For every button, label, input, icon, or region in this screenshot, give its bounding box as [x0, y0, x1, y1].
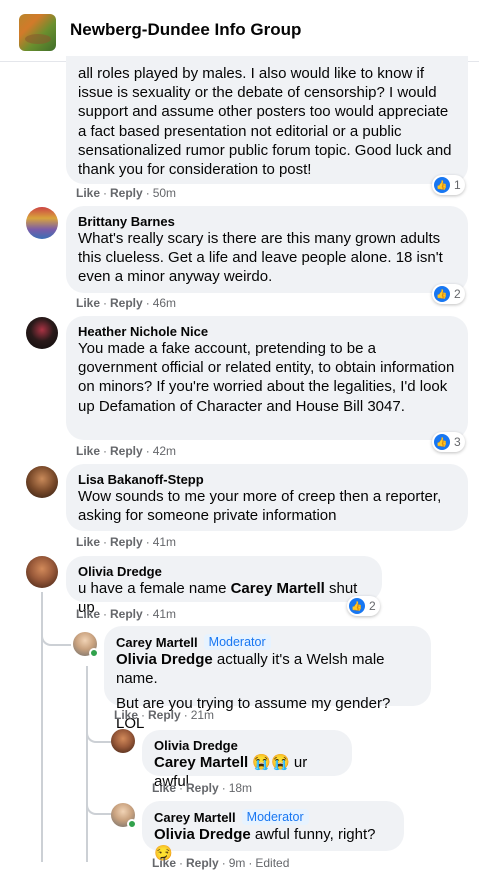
- like-link[interactable]: Like: [76, 444, 100, 458]
- reply-author-name[interactable]: Carey Martell: [154, 810, 236, 825]
- reply-link[interactable]: Reply: [110, 444, 143, 458]
- timestamp[interactable]: 42m: [153, 444, 176, 458]
- online-status-indicator: [127, 819, 137, 829]
- timestamp[interactable]: 50m: [153, 186, 176, 200]
- timestamp[interactable]: 41m: [153, 607, 176, 621]
- like-reaction-icon: 👍: [434, 286, 450, 302]
- reply-link[interactable]: Reply: [186, 781, 219, 795]
- like-link[interactable]: Like: [76, 296, 100, 310]
- reaction-count[interactable]: 👍 3: [432, 432, 465, 452]
- reply-actions: Like · Reply · 9m · Edited: [152, 856, 290, 870]
- thread-connector: [86, 795, 112, 815]
- comment-actions: Like · Reply · 42m: [76, 444, 177, 458]
- mention-link[interactable]: Carey Martell: [231, 580, 325, 597]
- edited-label[interactable]: Edited: [255, 856, 289, 870]
- reply-actions: Like · Reply · 18m: [152, 781, 253, 795]
- timestamp[interactable]: 9m: [229, 856, 246, 870]
- avatar[interactable]: [26, 556, 58, 588]
- reply-link[interactable]: Reply: [110, 186, 143, 200]
- reaction-count[interactable]: 👍 2: [432, 284, 465, 304]
- like-reaction-icon: 👍: [434, 434, 450, 450]
- mention-link[interactable]: Olivia Dredge: [116, 651, 213, 668]
- like-reaction-icon: 👍: [349, 598, 365, 614]
- reply-link[interactable]: Reply: [110, 535, 143, 549]
- timestamp[interactable]: 18m: [229, 781, 252, 795]
- comment-bubble: Heather Nichole Nice You made a fake acc…: [66, 316, 468, 440]
- like-link[interactable]: Like: [76, 535, 100, 549]
- mention-link[interactable]: Carey Martell: [154, 754, 248, 771]
- comment-actions: Like · Reply · 41m: [76, 535, 177, 549]
- comment-text: You made a fake account, pretending to b…: [78, 340, 455, 415]
- like-link[interactable]: Like: [114, 708, 138, 722]
- timestamp[interactable]: 21m: [191, 708, 214, 722]
- reply-bubble: Carey Martell Moderator Olivia Dredge act…: [104, 626, 431, 732]
- reply-author[interactable]: Olivia Dredge: [154, 738, 340, 753]
- like-link[interactable]: Like: [152, 781, 176, 795]
- reply-link[interactable]: Reply: [110, 296, 143, 310]
- reply-link[interactable]: Reply: [148, 708, 181, 722]
- reply-link[interactable]: Reply: [186, 856, 219, 870]
- comment-actions: Like · Reply · 50m: [76, 186, 177, 200]
- comment-text: all roles played by males. I also would …: [78, 65, 452, 179]
- like-link[interactable]: Like: [152, 856, 176, 870]
- reply-link[interactable]: Reply: [110, 607, 143, 621]
- reaction-count[interactable]: 👍 2: [347, 596, 380, 616]
- timestamp[interactable]: 46m: [153, 296, 176, 310]
- avatar[interactable]: [26, 466, 58, 498]
- group-header: Newberg-Dundee Info Group: [0, 0, 479, 62]
- group-cover-image[interactable]: [19, 14, 56, 51]
- reaction-count[interactable]: 👍 1: [432, 175, 465, 195]
- like-link[interactable]: Like: [76, 186, 100, 200]
- group-title[interactable]: Newberg-Dundee Info Group: [70, 20, 301, 40]
- avatar[interactable]: [26, 207, 58, 239]
- reply-author: Carey Martell Moderator: [154, 809, 392, 825]
- reply-actions: Like · Reply · 21m: [114, 708, 215, 722]
- reply-bubble: Carey Martell Moderator Olivia Dredge awf…: [142, 801, 404, 862]
- reply-author: Carey Martell Moderator: [116, 634, 419, 650]
- comment-text: What's really scary is there are this ma…: [78, 230, 443, 286]
- comment-author[interactable]: Heather Nichole Nice: [78, 324, 456, 339]
- comment-bubble: Lisa Bakanoff-Stepp Wow sounds to me you…: [66, 464, 468, 531]
- comment-author[interactable]: Lisa Bakanoff-Stepp: [78, 472, 456, 487]
- mention-link[interactable]: Olivia Dredge: [154, 826, 251, 843]
- reply-text: Olivia Dredge actually it's a Welsh male…: [116, 651, 385, 688]
- thread-connector: [41, 630, 71, 646]
- comment-author[interactable]: Olivia Dredge: [78, 564, 370, 579]
- comment-actions: Like · Reply · 46m: [76, 296, 177, 310]
- avatar[interactable]: [111, 729, 135, 753]
- avatar[interactable]: [26, 317, 58, 349]
- moderator-badge: Moderator: [241, 809, 309, 825]
- thread-line: [86, 666, 88, 862]
- comment-actions: Like · Reply · 41m: [76, 607, 177, 621]
- like-link[interactable]: Like: [76, 607, 100, 621]
- thread-connector: [86, 725, 112, 743]
- comment-bubble: Olivia Dredge u have a female name Carey…: [66, 556, 382, 616]
- reply-author-name[interactable]: Carey Martell: [116, 635, 198, 650]
- online-status-indicator: [89, 648, 99, 658]
- comment-author[interactable]: Brittany Barnes: [78, 214, 456, 229]
- moderator-badge: Moderator: [203, 634, 271, 650]
- like-reaction-icon: 👍: [434, 177, 450, 193]
- timestamp[interactable]: 41m: [153, 535, 176, 549]
- comment-text: Wow sounds to me your more of creep then…: [78, 488, 442, 525]
- reply-bubble: Olivia Dredge Carey Martell 😭😭 ur awful: [142, 730, 352, 790]
- comment-bubble: all roles played by males. I also would …: [66, 56, 468, 184]
- comment-bubble: Brittany Barnes What's really scary is t…: [66, 206, 468, 293]
